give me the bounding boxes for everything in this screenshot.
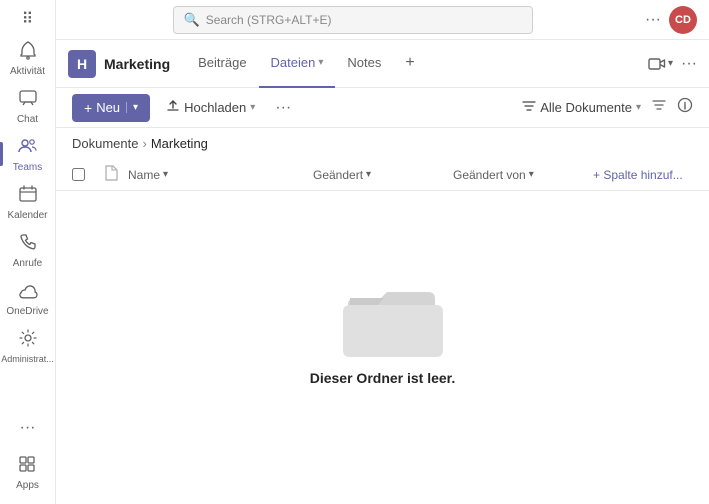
breadcrumb-current: Marketing [151, 136, 208, 151]
search-box[interactable]: 🔍 Search (STRG+ALT+E) [173, 6, 533, 34]
tab-add[interactable]: + [393, 40, 426, 88]
team-icon: H [68, 50, 96, 78]
teams-icon [18, 136, 38, 160]
all-docs-label: Alle Dokumente [540, 100, 632, 115]
main-area: 🔍 Search (STRG+ALT+E) ··· CD H Marketing… [56, 0, 709, 504]
tab-beitrage[interactable]: Beiträge [186, 40, 258, 88]
th-file-icon [104, 165, 128, 184]
table-header: Name ▾ Geändert ▾ Geändert von ▾ + Spalt… [56, 159, 709, 191]
filter-icon [522, 99, 536, 116]
sidebar-item-anrufe-label: Anrufe [13, 258, 42, 270]
plus-icon: + [84, 100, 92, 116]
search-icon: 🔍 [184, 12, 200, 28]
th-add-label: + Spalte hinzuf... [593, 168, 683, 182]
tab-dateien-arrow: ▾ [318, 57, 323, 68]
upload-arrow: ▾ [250, 102, 255, 113]
all-docs-arrow: ▾ [636, 102, 641, 113]
toolbar: + Neu ▾ Hochladen ▾ ··· Alle D [56, 88, 709, 128]
anrufe-icon [18, 232, 38, 256]
upload-icon [166, 99, 180, 116]
topbar-more-button[interactable]: ··· [645, 11, 661, 29]
aktivitat-icon [18, 40, 38, 64]
sidebar-item-admin-label: Administrat... [1, 354, 54, 365]
video-chevron: ▾ [668, 58, 673, 69]
search-placeholder: Search (STRG+ALT+E) [206, 13, 332, 27]
name-sort-icon: ▾ [163, 169, 168, 180]
sidebar: ⠿ Aktivität Chat Teams [0, 0, 56, 504]
apps-grid-icon: ⠿ [22, 12, 34, 28]
channel-tabs: Beiträge Dateien ▾ Notes + [186, 40, 427, 88]
modified-by-sort-icon: ▾ [529, 169, 534, 180]
sidebar-more-button[interactable]: ··· [16, 414, 39, 440]
kalender-icon [18, 184, 38, 208]
sidebar-item-admin[interactable]: Administrat... [0, 322, 55, 369]
sidebar-item-teams[interactable]: Teams [0, 130, 55, 178]
info-button[interactable] [677, 97, 693, 118]
chat-icon [18, 88, 38, 112]
toolbar-more-button[interactable]: ··· [275, 99, 291, 117]
video-icon[interactable]: ▾ [648, 57, 673, 71]
new-label: Neu [96, 100, 120, 115]
breadcrumb-root[interactable]: Dokumente [72, 136, 138, 151]
upload-button[interactable]: Hochladen ▾ [158, 94, 263, 122]
sidebar-item-anrufe[interactable]: Anrufe [0, 226, 55, 274]
th-modified-label: Geändert [313, 168, 363, 182]
new-button[interactable]: + Neu ▾ [72, 94, 150, 122]
channel-header-right: ▾ ··· [648, 55, 697, 73]
sidebar-item-kalender[interactable]: Kalender [0, 178, 55, 226]
th-modified-by[interactable]: Geändert von ▾ [453, 168, 593, 182]
breadcrumb: Dokumente › Marketing [56, 128, 709, 159]
top-bar: 🔍 Search (STRG+ALT+E) ··· CD [56, 0, 709, 40]
all-docs-button[interactable]: Alle Dokumente ▾ [522, 99, 641, 116]
tab-notes[interactable]: Notes [335, 40, 393, 88]
apps-icon [17, 454, 37, 478]
th-modified-by-label: Geändert von [453, 168, 526, 182]
tab-dateien-label: Dateien [271, 55, 316, 70]
tab-beitrage-label: Beiträge [198, 55, 246, 70]
new-arrow-icon: ▾ [126, 102, 138, 113]
sidebar-item-kalender-label: Kalender [7, 210, 47, 222]
th-name[interactable]: Name ▾ [128, 168, 313, 182]
empty-message: Dieser Ordner ist leer. [310, 370, 456, 386]
sidebar-item-apps[interactable]: Apps [16, 448, 39, 496]
more-dots-icon: ··· [20, 420, 36, 436]
tab-dateien[interactable]: Dateien ▾ [259, 40, 336, 88]
filter-button[interactable] [651, 97, 667, 118]
sidebar-item-chat-label: Chat [17, 114, 38, 126]
modified-sort-icon: ▾ [366, 169, 371, 180]
tab-notes-label: Notes [347, 55, 381, 70]
th-modified[interactable]: Geändert ▾ [313, 168, 453, 182]
toolbar-right: Alle Dokumente ▾ [522, 97, 693, 118]
sidebar-item-aktivitat-label: Aktivität [10, 66, 45, 78]
team-name: Marketing [104, 56, 170, 72]
breadcrumb-separator: › [142, 136, 146, 151]
th-checkbox [72, 168, 104, 181]
channel-more-button[interactable]: ··· [681, 55, 697, 73]
sidebar-item-chat[interactable]: Chat [0, 82, 55, 130]
sidebar-item-apps-grid[interactable]: ⠿ [0, 4, 55, 34]
sidebar-item-aktivitat[interactable]: Aktivität [0, 34, 55, 82]
empty-state: Dieser Ordner ist leer. [56, 191, 709, 504]
user-avatar[interactable]: CD [669, 6, 697, 34]
channel-header: H Marketing Beiträge Dateien ▾ Notes + [56, 40, 709, 88]
onedrive-icon [18, 280, 38, 304]
sidebar-item-onedrive-label: OneDrive [6, 306, 48, 318]
select-all-checkbox[interactable] [72, 168, 85, 181]
admin-icon [18, 328, 38, 352]
sidebar-item-apps-label: Apps [16, 480, 39, 492]
top-bar-right: ··· CD [645, 6, 697, 34]
upload-label: Hochladen [184, 100, 246, 115]
th-add-column[interactable]: + Spalte hinzuf... [593, 168, 693, 182]
th-name-label: Name [128, 168, 160, 182]
add-tab-icon: + [405, 54, 414, 72]
sidebar-item-teams-label: Teams [13, 162, 42, 174]
folder-illustration [333, 270, 433, 350]
sidebar-item-onedrive[interactable]: OneDrive [0, 274, 55, 322]
